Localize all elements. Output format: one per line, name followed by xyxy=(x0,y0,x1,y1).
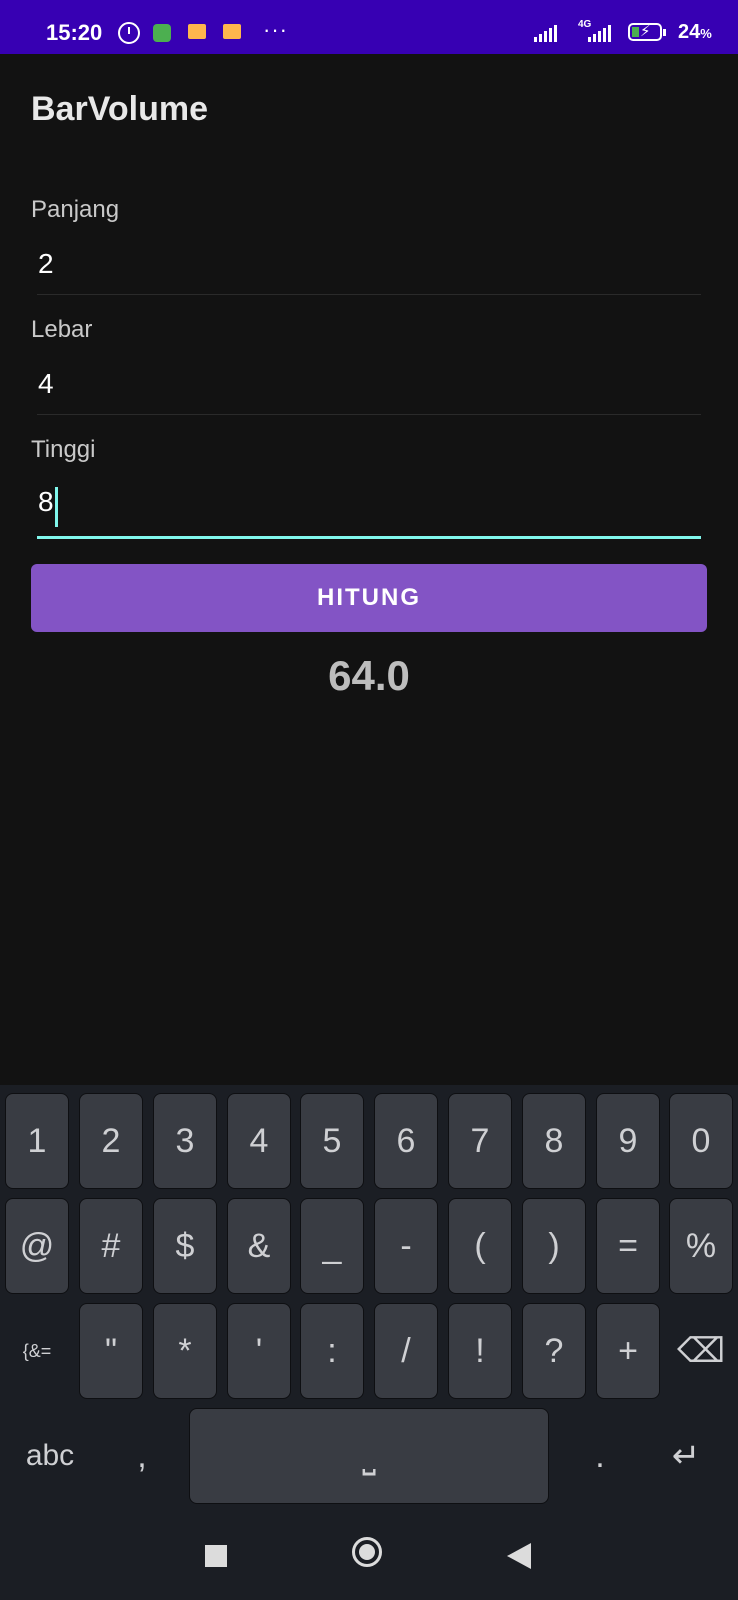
tinggi-value: 8 xyxy=(38,486,54,517)
space-key[interactable]: ⎵ xyxy=(189,1408,549,1504)
home-icon[interactable] xyxy=(352,1537,382,1567)
key-ampersand[interactable]: & xyxy=(227,1198,291,1294)
status-time: 15:20 xyxy=(46,20,103,45)
key-1[interactable]: 1 xyxy=(5,1093,69,1189)
key-dash[interactable]: - xyxy=(374,1198,438,1294)
key-question[interactable]: ? xyxy=(522,1303,586,1399)
key-slash[interactable]: / xyxy=(374,1303,438,1399)
lebar-value: 4 xyxy=(38,368,54,399)
tinggi-underline xyxy=(37,536,701,539)
key-0[interactable]: 0 xyxy=(669,1093,733,1189)
message-notification-icon-2 xyxy=(223,24,241,39)
enter-icon[interactable]: ↵ xyxy=(654,1408,718,1504)
signal-icon-2 xyxy=(588,22,611,42)
lebar-underline xyxy=(37,414,701,415)
panjang-underline xyxy=(37,294,701,295)
text-cursor xyxy=(54,486,58,527)
lebar-field[interactable]: 4 xyxy=(37,368,701,415)
tinggi-label: Tinggi xyxy=(31,436,96,463)
panjang-value: 2 xyxy=(38,248,54,279)
battery-tip xyxy=(663,29,666,36)
key-symbols-toggle[interactable]: {&= xyxy=(5,1303,69,1399)
keyboard: 1 2 3 4 5 6 7 8 9 0 @ # $ & _ - ( ) = % … xyxy=(0,1085,738,1515)
key-asterisk[interactable]: * xyxy=(153,1303,217,1399)
panjang-label: Panjang xyxy=(31,196,120,223)
recent-apps-icon[interactable] xyxy=(205,1545,227,1567)
signal-icon xyxy=(534,22,557,42)
hitung-button[interactable]: HITUNG xyxy=(31,564,707,632)
key-period[interactable]: . xyxy=(568,1408,632,1504)
key-percent[interactable]: % xyxy=(669,1198,733,1294)
key-7[interactable]: 7 xyxy=(448,1093,512,1189)
key-6[interactable]: 6 xyxy=(374,1093,438,1189)
key-single-quote[interactable]: ' xyxy=(227,1303,291,1399)
key-underscore[interactable]: _ xyxy=(300,1198,364,1294)
key-exclamation[interactable]: ! xyxy=(448,1303,512,1399)
tinggi-field[interactable]: 8 xyxy=(37,486,701,539)
result-text: 64.0 xyxy=(328,652,410,699)
key-9[interactable]: 9 xyxy=(596,1093,660,1189)
backspace-icon[interactable]: ⌫ xyxy=(669,1303,733,1399)
key-5[interactable]: 5 xyxy=(300,1093,364,1189)
battery-icon: ⚡ xyxy=(628,23,662,41)
alarm-icon xyxy=(118,22,140,44)
key-2[interactable]: 2 xyxy=(79,1093,143,1189)
app-notification-icon xyxy=(153,24,171,42)
message-notification-icon xyxy=(188,24,206,39)
panjang-field[interactable]: 2 xyxy=(37,248,701,295)
app-title: BarVolume xyxy=(31,90,208,128)
key-hash[interactable]: # xyxy=(79,1198,143,1294)
key-equals[interactable]: = xyxy=(596,1198,660,1294)
battery-percent: 24% xyxy=(678,21,712,43)
key-comma[interactable]: , xyxy=(110,1408,174,1504)
key-abc[interactable]: abc xyxy=(0,1408,100,1504)
key-close-paren[interactable]: ) xyxy=(522,1198,586,1294)
key-3[interactable]: 3 xyxy=(153,1093,217,1189)
key-open-paren[interactable]: ( xyxy=(448,1198,512,1294)
key-double-quote[interactable]: " xyxy=(79,1303,143,1399)
lebar-label: Lebar xyxy=(31,316,93,343)
key-at[interactable]: @ xyxy=(5,1198,69,1294)
navigation-bar xyxy=(0,1515,738,1600)
back-icon[interactable] xyxy=(507,1543,531,1569)
status-bar: 15:20 ··· 4G ⚡ 24% xyxy=(0,0,738,54)
key-plus[interactable]: + xyxy=(596,1303,660,1399)
key-dollar[interactable]: $ xyxy=(153,1198,217,1294)
key-4[interactable]: 4 xyxy=(227,1093,291,1189)
more-notifications-icon: ··· xyxy=(263,17,288,42)
key-colon[interactable]: : xyxy=(300,1303,364,1399)
key-8[interactable]: 8 xyxy=(522,1093,586,1189)
